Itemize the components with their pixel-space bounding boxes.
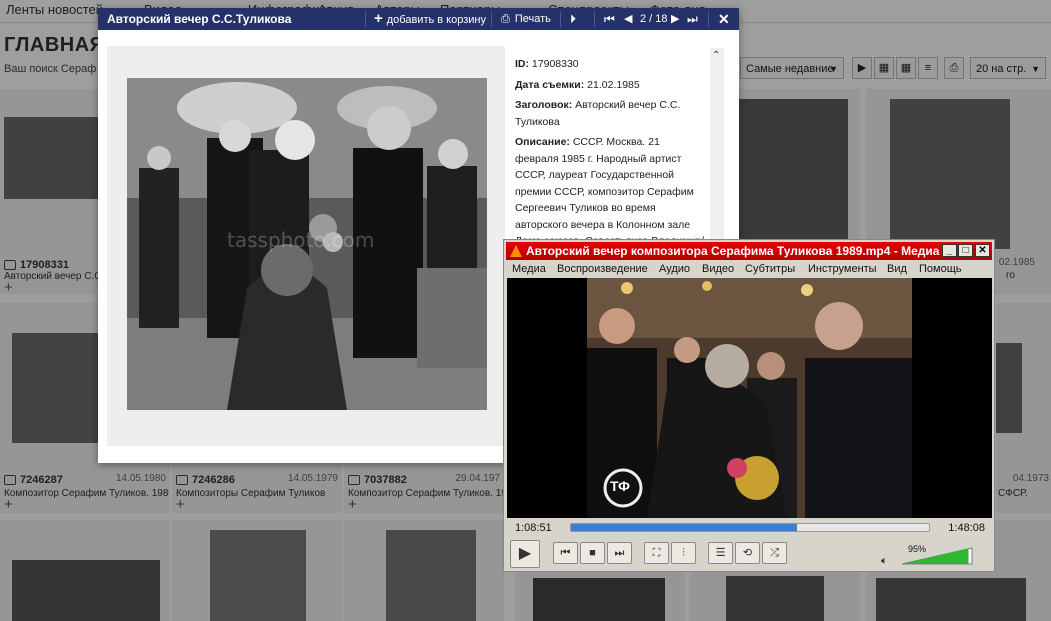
print-icon: ⎙ — [501, 13, 510, 25]
minimize-button[interactable]: _ — [942, 244, 957, 257]
maximize-icon: □ — [962, 245, 969, 256]
menu-item-playback[interactable]: Воспроизведение — [557, 263, 648, 275]
stop-icon: ■ — [589, 547, 596, 559]
speaker-icon[interactable]: 🔈︎ — [881, 555, 888, 568]
meta-headline-label: Заголовок: — [515, 99, 573, 111]
photo-watermark: tassphoto.com — [227, 228, 375, 252]
skip-forward-icon: ⏭ — [614, 547, 625, 559]
vlc-window-title: Авторский вечер композитора Серафима Тул… — [526, 244, 940, 258]
toolbar-divider — [491, 11, 492, 27]
last-photo-button[interactable]: ⏭ — [687, 8, 698, 30]
toolbar-divider — [365, 11, 366, 27]
first-photo-button[interactable]: ⏮ — [604, 8, 615, 30]
vlc-menu-bar: Медиа Воспроизведение Аудио Видео Субтит… — [506, 261, 992, 278]
add-to-cart-button[interactable]: + добавить в корзину — [374, 8, 486, 30]
menu-item-subtitles[interactable]: Субтитры — [745, 263, 795, 275]
vlc-video-area[interactable]: ТФ — [507, 278, 992, 518]
plus-icon: + — [374, 10, 383, 27]
meta-id-row: ID: 17908330 — [515, 56, 705, 73]
toolbar-divider — [560, 11, 561, 27]
vlc-player-window: Авторский вечер композитора Серафима Тул… — [503, 239, 995, 572]
menu-item-video[interactable]: Видео — [702, 263, 734, 275]
menu-item-view[interactable]: Вид — [887, 263, 907, 275]
play-circle-icon: ⏵ — [570, 12, 577, 26]
playlist-icon: ☰ — [715, 547, 726, 559]
volume-percent: 95% — [908, 544, 927, 554]
next-button[interactable]: ⏭ — [607, 542, 632, 564]
print-label: Печать — [514, 13, 551, 25]
stop-button[interactable]: ■ — [580, 542, 605, 564]
playlist-button[interactable]: ☰ — [708, 542, 733, 564]
fullscreen-icon: ⛶ — [652, 547, 661, 559]
previous-button[interactable]: ⏮ — [553, 542, 578, 564]
menu-item-media[interactable]: Медиа — [512, 263, 546, 275]
menu-item-tools[interactable]: Инструменты — [808, 263, 877, 275]
vlc-title-bar[interactable]: Авторский вечер композитора Серафима Тул… — [506, 242, 992, 260]
chevron-up-icon[interactable]: ⌃ — [712, 50, 720, 61]
meta-description-label: Описание: — [515, 136, 570, 148]
meta-date-row: Дата съемки: 21.02.1985 — [515, 77, 705, 94]
meta-date-value: 21.02.1985 — [587, 78, 640, 91]
total-time: 1:48:08 — [948, 522, 985, 534]
channel-logo: ТФ — [610, 478, 630, 494]
main-photo[interactable]: tassphoto.com — [127, 78, 487, 410]
minimize-icon: _ — [946, 245, 953, 256]
previous-photo-button[interactable]: ◀ — [624, 8, 632, 30]
photo-viewer-title: Авторский вечер С.С.Туликова — [107, 12, 292, 26]
play-icon: ▶ — [518, 545, 532, 562]
meta-headline-row: Заголовок: Авторский вечер С.С. Туликова — [515, 97, 705, 130]
close-button[interactable]: ✕ — [718, 8, 730, 30]
shuffle-button[interactable]: ⤮ — [762, 542, 787, 564]
extended-settings-button[interactable]: ⫶ — [671, 542, 696, 564]
photo-area: tassphoto.com — [107, 46, 505, 446]
menu-item-help[interactable]: Помощь — [919, 263, 962, 275]
fullscreen-button[interactable]: ⛶ — [644, 542, 669, 564]
close-icon: ✕ — [978, 245, 987, 256]
add-to-cart-label: добавить в корзину — [386, 14, 486, 26]
loop-icon: ⟲ — [742, 547, 753, 559]
slideshow-play-button[interactable]: ⏵ — [570, 8, 576, 30]
skip-first-icon: ⏮ — [604, 12, 615, 26]
toolbar-divider — [594, 11, 595, 27]
seek-bar[interactable] — [570, 523, 930, 532]
print-button[interactable]: ⎙ Печать — [501, 8, 551, 30]
maximize-button[interactable]: □ — [958, 244, 973, 257]
meta-id-label: ID: — [515, 58, 529, 70]
vlc-cone-icon — [510, 245, 522, 257]
meta-date-label: Дата съемки: — [515, 78, 585, 91]
play-button[interactable]: ▶ — [510, 540, 540, 568]
photo-counter: 2 / 18 — [640, 13, 668, 25]
equalizer-icon: ⫶ — [682, 547, 685, 559]
next-photo-button[interactable]: ▶ — [671, 8, 679, 30]
meta-id-value: 17908330 — [531, 58, 579, 70]
close-icon: ✕ — [718, 11, 730, 27]
toolbar-divider — [708, 11, 709, 27]
photo-viewer-header: Авторский вечер С.С.Туликова + добавить в… — [98, 8, 739, 30]
loop-button[interactable]: ⟲ — [735, 542, 760, 564]
shuffle-icon: ⤮ — [770, 547, 779, 559]
video-frame: ТФ — [587, 278, 912, 518]
skip-back-icon: ⏮ — [560, 547, 571, 559]
seek-bar-fill — [571, 524, 797, 531]
chevron-right-icon: ▶ — [671, 13, 680, 25]
elapsed-time: 1:08:51 — [515, 522, 552, 534]
photo-metadata: ID: 17908330 Дата съемки: 21.02.1985 Заг… — [515, 56, 705, 266]
chevron-left-icon: ◀ — [624, 13, 633, 25]
menu-item-audio[interactable]: Аудио — [659, 263, 690, 275]
skip-last-icon: ⏭ — [687, 12, 698, 26]
close-window-button[interactable]: ✕ — [975, 244, 990, 257]
video-illustration — [587, 278, 912, 518]
